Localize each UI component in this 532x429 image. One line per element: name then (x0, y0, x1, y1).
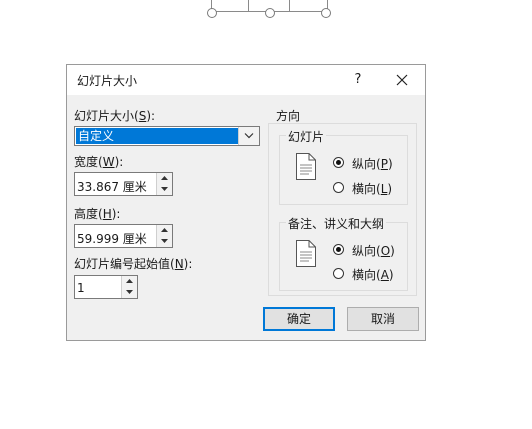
slides-group-title: 幻灯片 (286, 128, 327, 145)
slides-landscape-label[interactable]: 横向(L) (352, 180, 392, 197)
resize-handle[interactable] (321, 8, 331, 18)
height-spinner[interactable]: 59.999 厘米 (74, 224, 173, 248)
spin-down-icon (161, 187, 168, 191)
document-portrait-icon (296, 153, 316, 180)
table-divider (289, 0, 290, 12)
dialog-title: 幻灯片大小 (77, 74, 138, 88)
table-divider (248, 0, 249, 12)
width-spinner[interactable]: 33.867 厘米 (74, 172, 173, 196)
notes-portrait-label[interactable]: 纵向(O) (352, 242, 395, 259)
slides-landscape-radio[interactable] (333, 182, 344, 193)
table-cell: 7 (261, 0, 271, 4)
ok-button[interactable]: 确定 (263, 307, 335, 331)
slide-size-select[interactable]: 自定义 (74, 126, 260, 146)
resize-handle[interactable] (265, 8, 275, 18)
start-number-decrease-button[interactable] (122, 287, 137, 298)
start-number-spinner[interactable]: 1 (74, 275, 138, 299)
spin-down-icon (161, 239, 168, 243)
start-number-label: 幻灯片编号起始值(N): (74, 257, 193, 271)
width-decrease-button[interactable] (157, 184, 172, 195)
slides-portrait-label[interactable]: 纵向(P) (352, 155, 393, 172)
orientation-title: 方向 (276, 109, 301, 123)
width-label: 宽度(W): (74, 155, 124, 169)
slide-size-selected-value: 自定义 (76, 128, 238, 144)
slide-size-label: 幻灯片大小(S): (74, 109, 156, 123)
notes-portrait-radio[interactable] (333, 244, 344, 255)
spin-buttons (121, 276, 137, 298)
width-input[interactable]: 33.867 厘米 (77, 178, 147, 195)
spin-up-icon (126, 279, 133, 283)
spin-buttons (156, 225, 172, 247)
table-cell: 5 (298, 0, 308, 4)
spin-buttons (156, 173, 172, 195)
notes-group-title: 备注、讲义和大纲 (286, 215, 387, 232)
resize-handle[interactable] (207, 8, 217, 18)
slides-portrait-radio[interactable] (333, 157, 344, 168)
dropdown-button[interactable] (238, 127, 259, 145)
cancel-button[interactable]: 取消 (347, 307, 419, 331)
notes-landscape-radio[interactable] (333, 268, 344, 279)
chevron-down-icon (244, 133, 254, 139)
help-button[interactable]: ? (347, 69, 369, 91)
close-icon (396, 74, 408, 86)
height-input[interactable]: 59.999 厘米 (77, 230, 147, 247)
spin-up-icon (161, 176, 168, 180)
dialog-titlebar: 幻灯片大小 ? (67, 65, 425, 95)
spin-up-icon (161, 228, 168, 232)
table-cell: 8 (220, 0, 230, 4)
start-number-input[interactable]: 1 (77, 281, 85, 295)
height-label: 高度(H): (74, 207, 121, 221)
notes-landscape-label[interactable]: 横向(A) (352, 266, 394, 283)
close-button[interactable] (391, 69, 413, 91)
slide-size-dialog: 幻灯片大小 ? 幻灯片大小(S): 自定义 宽度(W): 33.867 厘米 高… (66, 64, 426, 341)
height-decrease-button[interactable] (157, 236, 172, 247)
document-portrait-icon (296, 240, 316, 267)
spin-down-icon (126, 290, 133, 294)
